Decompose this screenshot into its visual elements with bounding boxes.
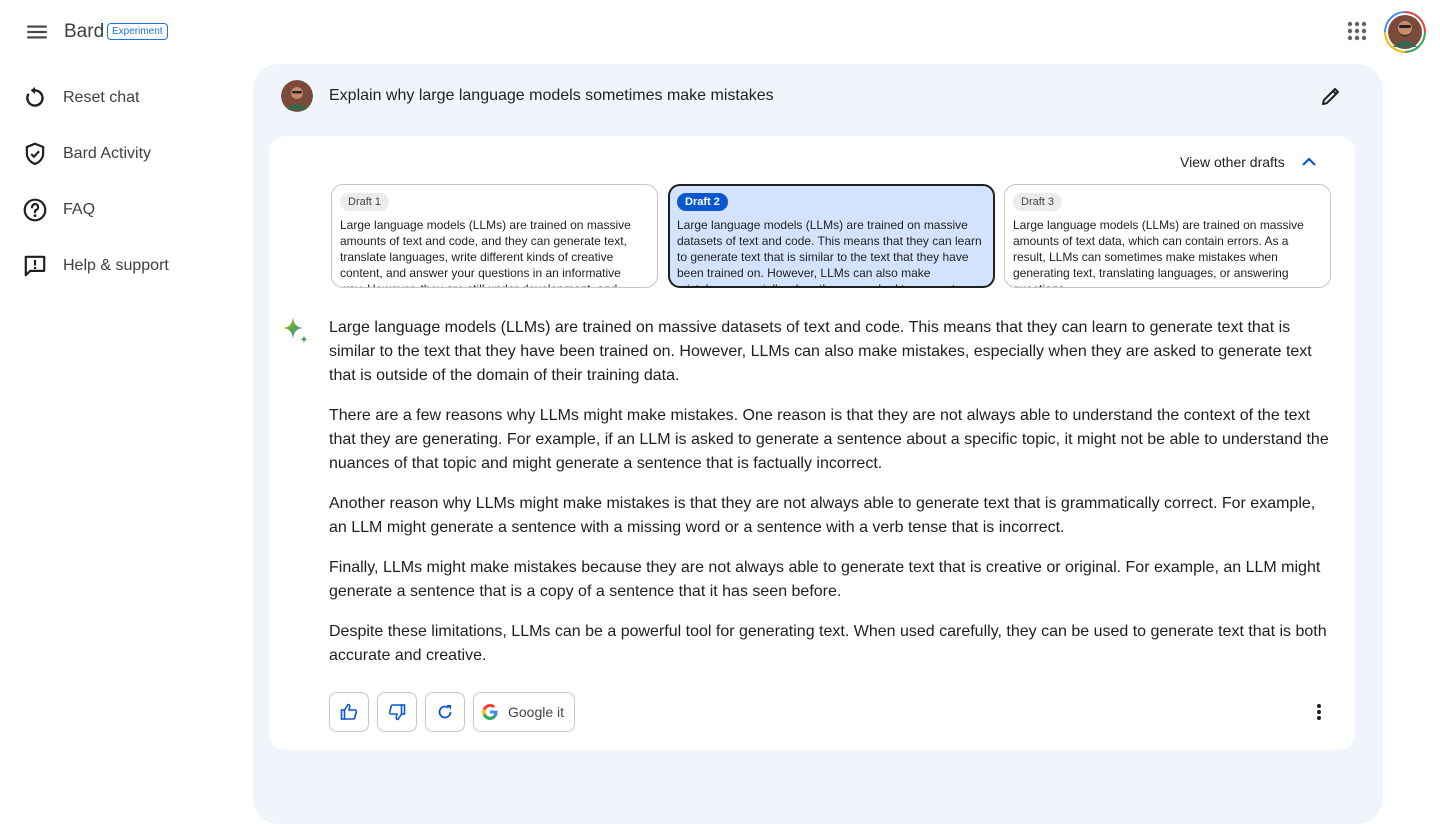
apps-grid-icon[interactable] bbox=[1346, 20, 1368, 42]
draft-preview: Large language models (LLMs) are trained… bbox=[1013, 218, 1304, 287]
regenerate-button[interactable] bbox=[425, 692, 465, 732]
response-paragraph: Finally, LLMs might make mistakes becaus… bbox=[329, 559, 1321, 600]
thumbs-down-icon bbox=[388, 704, 406, 721]
response-paragraph: Another reason why LLMs might make mista… bbox=[329, 495, 1316, 536]
draft-card-1[interactable]: Draft 1 Large language models (LLMs) are… bbox=[331, 184, 658, 288]
brand-name: Bard bbox=[64, 21, 105, 42]
draft-card-2[interactable]: Draft 2 Large language models (LLMs) are… bbox=[668, 184, 995, 288]
help-circle-icon bbox=[23, 198, 47, 222]
sidebar-item-bard-activity[interactable]: Bard Activity bbox=[22, 134, 242, 174]
thumbs-up-button[interactable] bbox=[329, 692, 369, 732]
response-paragraph: There are a few reasons why LLMs might m… bbox=[329, 407, 1329, 472]
response-paragraph: Large language models (LLMs) are trained… bbox=[329, 319, 1312, 384]
draft-label: Draft 2 bbox=[677, 193, 728, 211]
sidebar-item-label: Bard Activity bbox=[63, 145, 152, 162]
top-bar: Bard Experiment bbox=[0, 0, 1440, 62]
user-avatar bbox=[281, 80, 313, 112]
experiment-badge: Experiment bbox=[107, 23, 168, 40]
edit-pencil-icon[interactable] bbox=[1319, 84, 1343, 108]
google-it-button[interactable]: Google it bbox=[473, 692, 576, 732]
thumbs-down-button[interactable] bbox=[377, 692, 417, 732]
account-avatar[interactable] bbox=[1384, 11, 1426, 53]
feedback-icon bbox=[24, 255, 46, 277]
view-drafts-label: View other drafts bbox=[1180, 154, 1285, 170]
thumbs-up-icon bbox=[340, 703, 358, 720]
menu-icon[interactable] bbox=[24, 19, 50, 45]
draft-preview: Large language models (LLMs) are trained… bbox=[677, 218, 982, 286]
google-it-label: Google it bbox=[508, 704, 565, 720]
response-body: Large language models (LLMs) are trained… bbox=[329, 316, 1329, 684]
response-card: View other drafts Draft 1 Large language… bbox=[269, 136, 1355, 750]
sidebar-item-label: Reset chat bbox=[63, 89, 140, 106]
draft-preview: Large language models (LLMs) are trained… bbox=[340, 218, 631, 287]
response-paragraph: Despite these limitations, LLMs can be a… bbox=[329, 623, 1327, 664]
sidebar-item-faq[interactable]: FAQ bbox=[22, 190, 242, 230]
draft-label: Draft 1 bbox=[340, 193, 390, 211]
sidebar-item-reset-chat[interactable]: Reset chat bbox=[22, 78, 242, 118]
sidebar-item-label: Help & support bbox=[63, 257, 169, 274]
sidebar-item-label: FAQ bbox=[63, 201, 96, 218]
reset-icon bbox=[26, 86, 44, 107]
more-options-icon[interactable] bbox=[1309, 702, 1329, 722]
google-g-icon bbox=[482, 704, 498, 720]
shield-check-icon bbox=[25, 142, 45, 166]
chevron-up-icon bbox=[1302, 157, 1316, 166]
user-prompt: Explain why large language models someti… bbox=[329, 87, 774, 104]
sidebar-item-help-support[interactable]: Help & support bbox=[22, 246, 242, 286]
view-other-drafts-button[interactable]: View other drafts bbox=[1180, 152, 1319, 172]
draft-label: Draft 3 bbox=[1013, 193, 1063, 211]
bard-sparkle-icon bbox=[283, 317, 308, 344]
response-actions: Google it bbox=[329, 692, 583, 732]
conversation-panel: Explain why large language models someti… bbox=[253, 64, 1383, 824]
draft-card-3[interactable]: Draft 3 Large language models (LLMs) are… bbox=[1004, 184, 1331, 288]
refresh-icon bbox=[438, 705, 452, 719]
